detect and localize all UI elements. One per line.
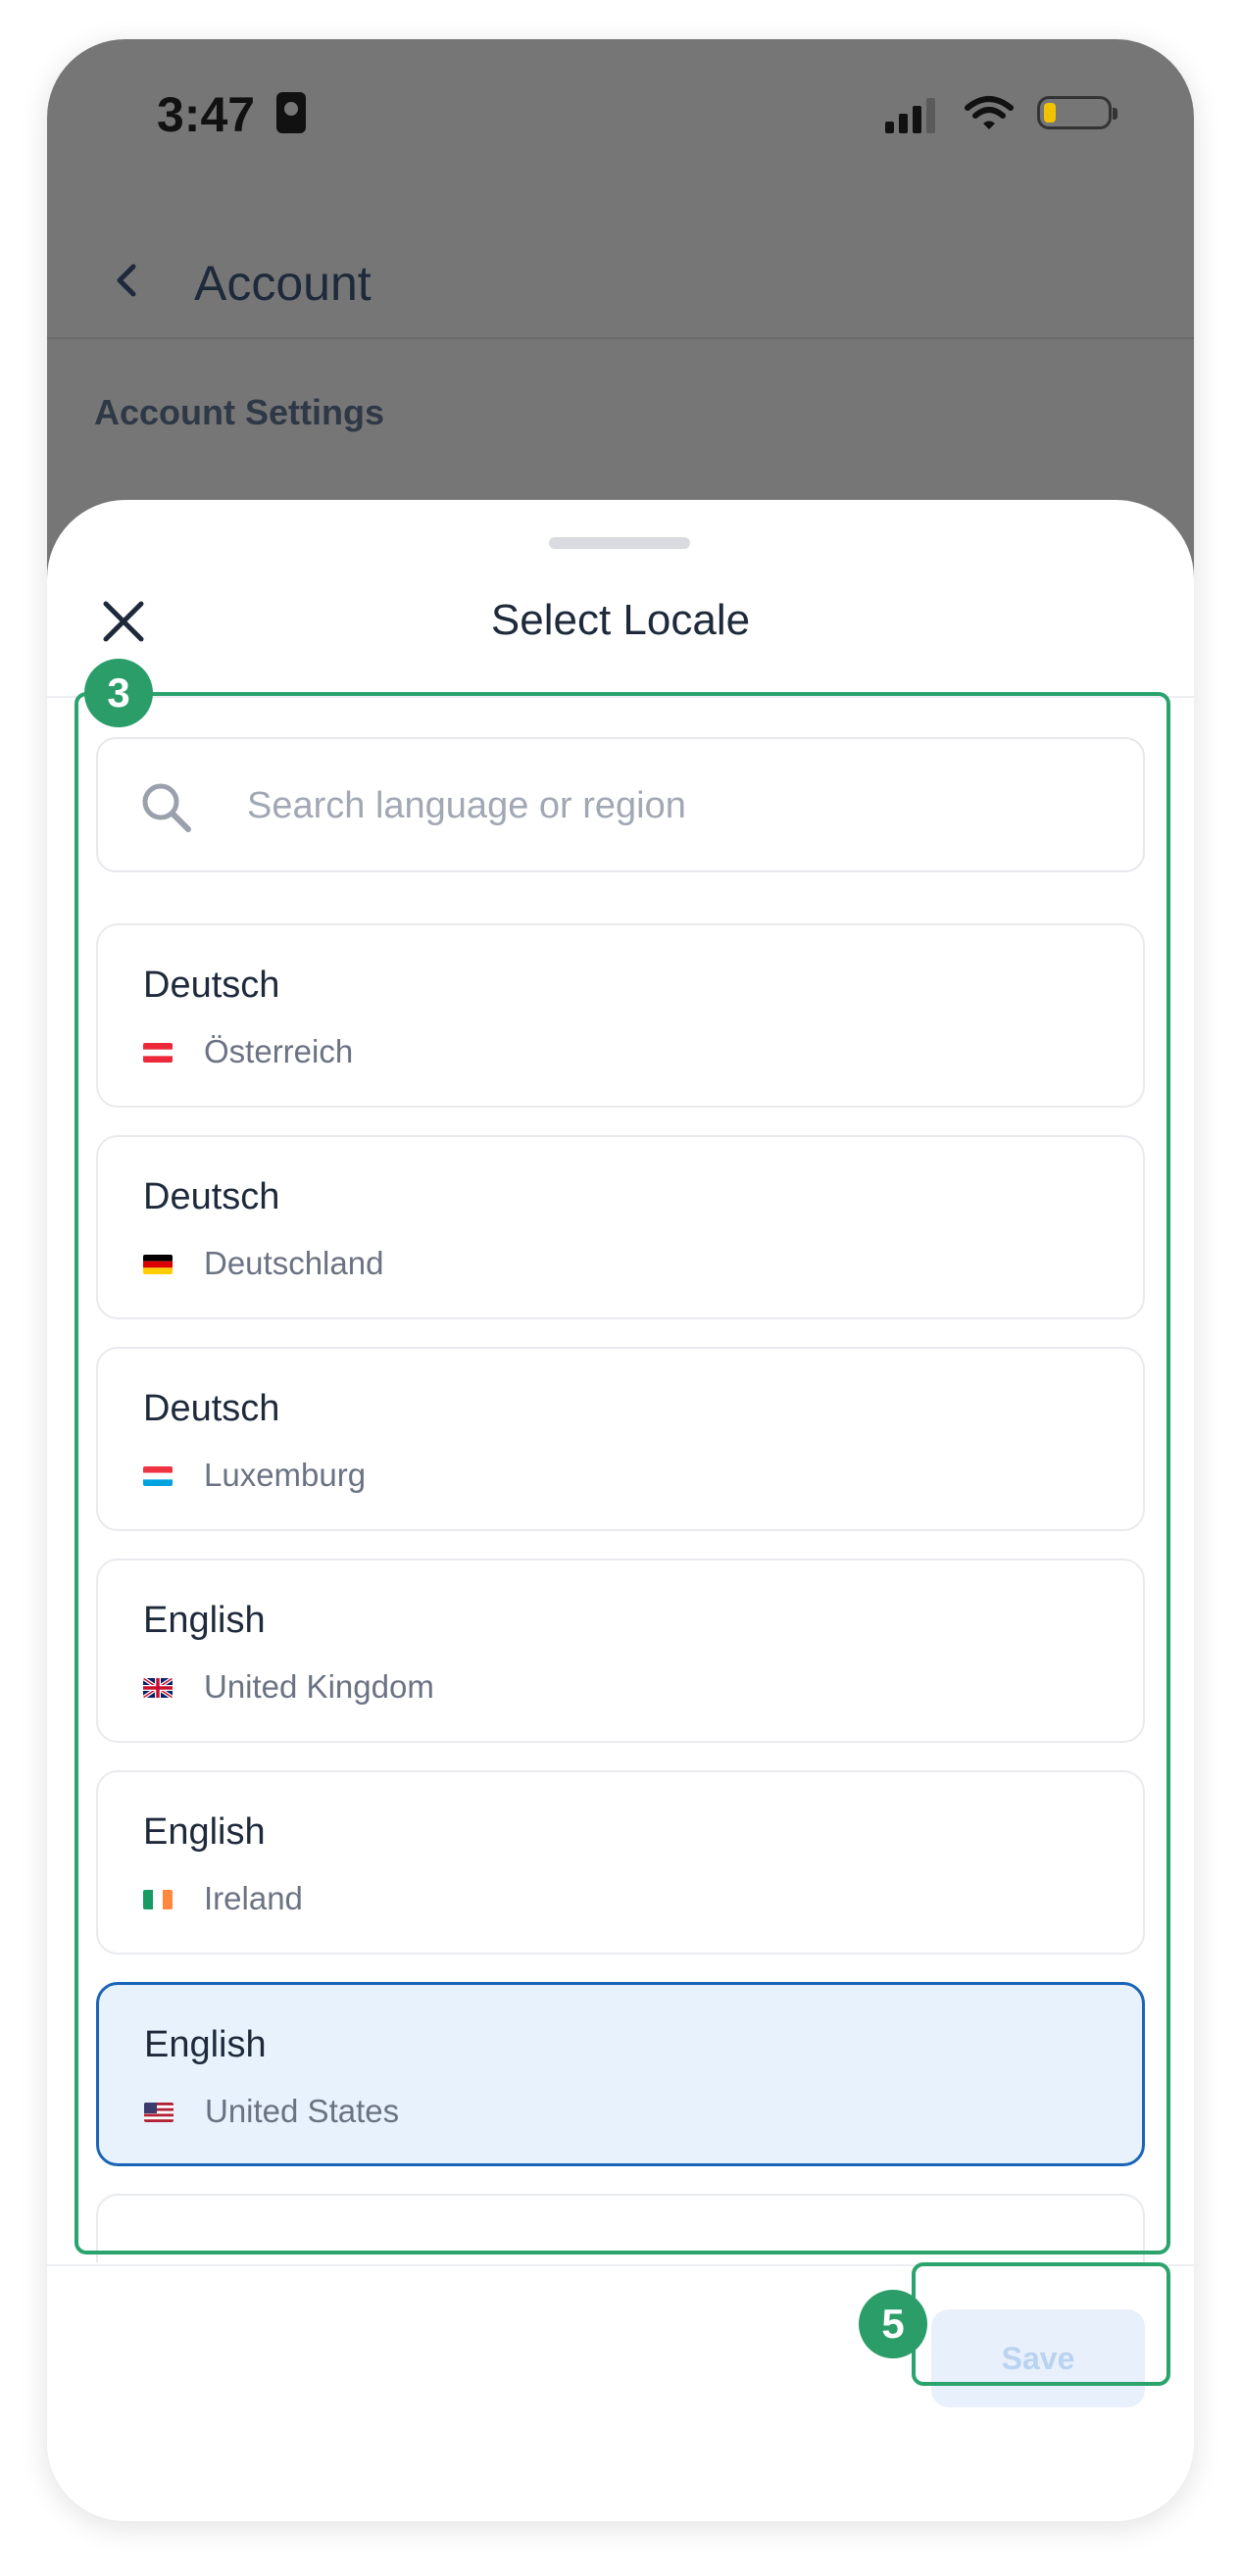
flag-us-icon xyxy=(144,2103,174,2122)
wifi-icon xyxy=(965,96,1014,129)
flag-gb-icon xyxy=(143,1678,173,1698)
locale-item-en-us[interactable]: English United States xyxy=(96,1982,1145,2166)
account-header: Account xyxy=(47,216,1194,343)
contact-card-icon xyxy=(276,92,306,133)
locale-region: Luxemburg xyxy=(204,1457,367,1493)
locale-language: English xyxy=(144,2024,267,2065)
search-icon xyxy=(142,783,191,832)
flag-ie-icon xyxy=(143,1890,173,1909)
annotation-badge-5: 5 xyxy=(859,2290,927,2358)
chevron-left-icon[interactable] xyxy=(108,261,147,300)
page-title: Account xyxy=(194,256,372,311)
header-divider xyxy=(47,337,1194,339)
locale-bottom-sheet: Select Locale Deutsch Österreich Deutsch xyxy=(47,500,1194,2521)
locale-region: Österreich xyxy=(204,1033,354,1069)
locale-item-de-de[interactable]: Deutsch Deutschland xyxy=(96,1135,1145,1319)
locale-language: Deutsch xyxy=(143,1176,280,1217)
search-input[interactable] xyxy=(245,739,1123,872)
battery-level-fill xyxy=(1044,103,1056,123)
locale-language: English xyxy=(143,1811,266,1853)
cellular-signal-icon xyxy=(885,98,935,133)
section-label: Account Settings xyxy=(94,392,385,432)
status-time: 3:47 xyxy=(157,87,256,142)
locale-region: United Kingdom xyxy=(204,1668,434,1705)
locale-region: Ireland xyxy=(204,1880,303,1916)
locale-item-en-gb[interactable]: English United Kingdom xyxy=(96,1559,1145,1743)
flag-de-icon xyxy=(143,1255,173,1274)
flag-at-icon xyxy=(143,1043,173,1063)
status-bar: 3:47 xyxy=(47,39,1194,176)
sheet-drag-handle[interactable] xyxy=(549,537,690,549)
locale-region: Deutschland xyxy=(204,1245,384,1281)
phone-screen: 3:47 Account Account Settings Select Loc… xyxy=(47,39,1194,2521)
locale-language: Deutsch xyxy=(143,1388,280,1429)
search-field[interactable] xyxy=(96,737,1145,872)
flag-lu-icon xyxy=(143,1466,173,1486)
locale-list[interactable]: Deutsch Österreich Deutsch Deutschland D… xyxy=(47,698,1194,2262)
sheet-footer-divider xyxy=(47,2264,1194,2266)
locale-item-de-at[interactable]: Deutsch Österreich xyxy=(96,923,1145,1108)
locale-region: United States xyxy=(205,2093,400,2129)
annotation-badge-3: 3 xyxy=(84,659,153,727)
locale-item-en-ie[interactable]: English Ireland xyxy=(96,1770,1145,1955)
battery-icon xyxy=(1037,96,1117,129)
save-button[interactable]: Save xyxy=(931,2309,1145,2407)
locale-language: Deutsch xyxy=(143,965,280,1006)
locale-item-de-lu[interactable]: Deutsch Luxemburg xyxy=(96,1347,1145,1531)
locale-language: English xyxy=(143,1600,266,1641)
sheet-title: Select Locale xyxy=(490,596,751,644)
locale-item-partial[interactable] xyxy=(96,2194,1145,2262)
